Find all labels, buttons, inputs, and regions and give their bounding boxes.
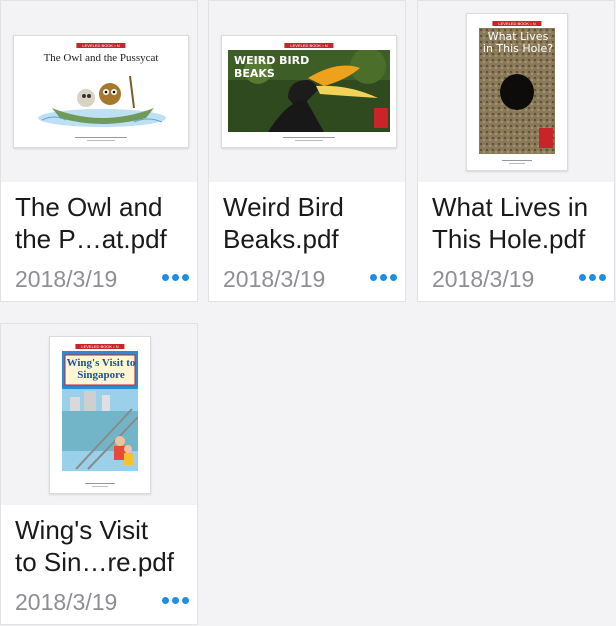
file-card[interactable]: LEVELED BOOK • N What Lives in This Hole…: [417, 0, 615, 302]
file-date: 2018/3/19: [432, 266, 535, 292]
thumbnail-area[interactable]: LEVELED BOOK • N The Owl and the Pussyca…: [1, 1, 197, 182]
book-cover-thumbnail: LEVELED BOOK • N WEIRD BIRD BEAKS: [221, 35, 397, 148]
file-card[interactable]: LEVELED BOOK • N WEIRD BIRD BEAKS Weird …: [208, 0, 406, 302]
cover-series-band: LEVELED BOOK • N: [284, 43, 334, 48]
more-horizontal-icon[interactable]: [162, 597, 189, 604]
thumbnail-area[interactable]: LEVELED BOOK • N WEIRD BIRD BEAKS: [209, 1, 405, 182]
file-name: Weird Bird Beaks.pdf: [223, 192, 344, 254]
book-cover-thumbnail: LEVELED BOOK • N The Owl and the Pussyca…: [13, 35, 189, 148]
cover-series-band: LEVELED BOOK • N: [76, 43, 126, 48]
cover-series-band: LEVELED BOOK • N: [75, 344, 125, 349]
cover-illustration: [38, 75, 166, 127]
file-card[interactable]: LEVELED BOOK • N Wing's Visit to Singapo…: [0, 323, 198, 625]
cover-heading: What Lives in This Hole?: [482, 30, 554, 55]
more-horizontal-icon[interactable]: [370, 274, 397, 281]
book-cover-thumbnail: LEVELED BOOK • N Wing's Visit to Singapo…: [49, 336, 151, 494]
file-card[interactable]: LEVELED BOOK • N The Owl and the Pussyca…: [0, 0, 198, 302]
cover-heading: The Owl and the Pussycat: [43, 52, 159, 64]
file-date: 2018/3/19: [15, 589, 118, 615]
more-horizontal-icon[interactable]: [162, 274, 189, 281]
file-date: 2018/3/19: [223, 266, 326, 292]
cover-series-band: LEVELED BOOK • N: [492, 21, 542, 26]
file-name: Wing's Visit to Sin…re.pdf: [15, 515, 174, 577]
thumbnail-area[interactable]: LEVELED BOOK • N Wing's Visit to Singapo…: [1, 324, 197, 505]
more-horizontal-icon[interactable]: [579, 274, 606, 281]
cover-heading: Wing's Visit to Singapore: [66, 357, 136, 381]
file-date: 2018/3/19: [15, 266, 118, 292]
file-name: What Lives in This Hole.pdf: [432, 192, 589, 254]
thumbnail-area[interactable]: LEVELED BOOK • N What Lives in This Hole…: [418, 1, 614, 182]
file-name: The Owl and the P…at.pdf: [15, 192, 167, 254]
cover-heading: WEIRD BIRD BEAKS: [234, 54, 310, 80]
book-cover-thumbnail: LEVELED BOOK • N What Lives in This Hole…: [466, 13, 568, 171]
